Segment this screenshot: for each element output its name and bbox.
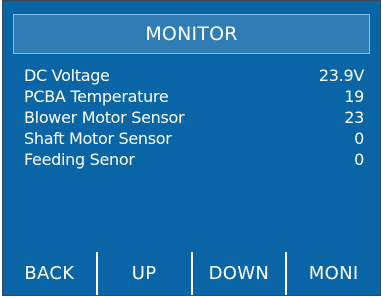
monitor-readings: DC Voltage 23.9V PCBA Temperature 19 Blo… <box>24 65 364 170</box>
reading-label: Blower Motor Sensor <box>24 108 185 127</box>
reading-label: Feeding Senor <box>24 150 135 169</box>
reading-row-pcba-temperature: PCBA Temperature 19 <box>24 86 364 107</box>
reading-label: DC Voltage <box>24 66 110 85</box>
reading-row-dc-voltage: DC Voltage 23.9V <box>24 65 364 86</box>
page-title: MONITOR <box>145 23 238 45</box>
reading-value: 19 <box>344 87 364 106</box>
reading-row-shaft-motor-sensor: Shaft Motor Sensor 0 <box>24 128 364 149</box>
up-button[interactable]: UP <box>97 252 191 295</box>
reading-value: 0 <box>354 129 364 148</box>
reading-value: 23 <box>344 108 364 127</box>
monitor-button[interactable]: MONI <box>287 252 380 295</box>
down-button[interactable]: DOWN <box>192 252 286 295</box>
reading-label: PCBA Temperature <box>24 87 169 106</box>
softkey-bar: BACK UP DOWN MONI <box>3 252 380 295</box>
reading-value: 0 <box>354 150 364 169</box>
back-button[interactable]: BACK <box>3 252 96 295</box>
reading-row-blower-motor-sensor: Blower Motor Sensor 23 <box>24 107 364 128</box>
reading-value: 23.9V <box>318 66 364 85</box>
monitor-screen: MONITOR DC Voltage 23.9V PCBA Temperatur… <box>2 0 381 296</box>
reading-row-feeding-sensor: Feeding Senor 0 <box>24 149 364 170</box>
title-bar: MONITOR <box>13 14 370 54</box>
reading-label: Shaft Motor Sensor <box>24 129 172 148</box>
